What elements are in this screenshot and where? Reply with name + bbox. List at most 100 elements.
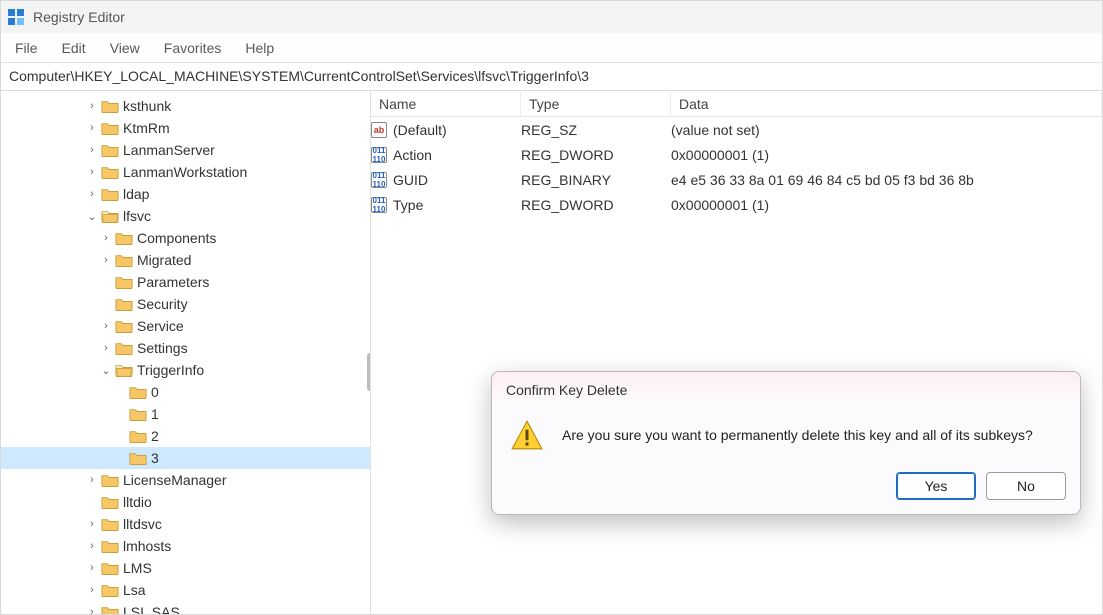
tree-item-trigger-1[interactable]: 1 bbox=[1, 403, 370, 425]
chevron-right-icon[interactable]: › bbox=[85, 606, 99, 614]
tree-item-label: lltdsvc bbox=[123, 516, 162, 532]
tree-item-ktmrm[interactable]: › KtmRm bbox=[1, 117, 370, 139]
value-row[interactable]: 011110GUID REG_BINARY e4 e5 36 33 8a 01 … bbox=[371, 167, 1102, 192]
tree-item-lms[interactable]: › LMS bbox=[1, 557, 370, 579]
dialog-message: Are you sure you want to permanently del… bbox=[562, 427, 1033, 443]
folder-icon bbox=[129, 429, 147, 443]
splitter-handle[interactable] bbox=[367, 353, 371, 391]
chevron-right-icon[interactable]: › bbox=[85, 474, 99, 486]
dialog-title: Confirm Key Delete bbox=[492, 372, 1080, 404]
tree-item-service[interactable]: › Service bbox=[1, 315, 370, 337]
confirm-delete-dialog: Confirm Key Delete Are you sure you want… bbox=[491, 371, 1081, 515]
tree-item-lltdsvc[interactable]: › lltdsvc bbox=[1, 513, 370, 535]
chevron-right-icon[interactable]: › bbox=[85, 122, 99, 134]
menu-help[interactable]: Help bbox=[235, 36, 284, 60]
menu-view[interactable]: View bbox=[100, 36, 150, 60]
tree-item-label: Settings bbox=[137, 340, 188, 356]
menu-favorites[interactable]: Favorites bbox=[154, 36, 232, 60]
chevron-right-icon[interactable]: › bbox=[99, 342, 113, 354]
chevron-right-icon[interactable]: › bbox=[85, 100, 99, 112]
folder-icon bbox=[101, 539, 119, 553]
folder-icon bbox=[101, 187, 119, 201]
tree-item-label: Migrated bbox=[137, 252, 191, 268]
value-data: e4 e5 36 33 8a 01 69 46 84 c5 bd 05 f3 b… bbox=[671, 172, 1102, 188]
app-title: Registry Editor bbox=[33, 9, 125, 25]
value-row[interactable]: 011110Action REG_DWORD 0x00000001 (1) bbox=[371, 142, 1102, 167]
tree-item-label: 3 bbox=[151, 450, 159, 466]
tree-item-ldap[interactable]: › ldap bbox=[1, 183, 370, 205]
app-window: Registry Editor File Edit View Favorites… bbox=[0, 0, 1103, 615]
tree-item-triggerinfo[interactable]: ⌄ TriggerInfo bbox=[1, 359, 370, 381]
tree-item-label: LMS bbox=[123, 560, 152, 576]
tree-item-lmhosts[interactable]: › lmhosts bbox=[1, 535, 370, 557]
string-value-icon: ab bbox=[371, 122, 387, 138]
address-bar bbox=[1, 63, 1102, 91]
tree-item-label: 2 bbox=[151, 428, 159, 444]
chevron-right-icon[interactable]: › bbox=[85, 144, 99, 156]
chevron-right-icon[interactable]: › bbox=[99, 232, 113, 244]
tree-item-lsa[interactable]: › Lsa bbox=[1, 579, 370, 601]
folder-icon bbox=[101, 165, 119, 179]
tree-item-components[interactable]: › Components bbox=[1, 227, 370, 249]
tree-item-lfsvc[interactable]: ⌄ lfsvc bbox=[1, 205, 370, 227]
column-name[interactable]: Name bbox=[371, 92, 521, 116]
value-type: REG_DWORD bbox=[521, 197, 671, 213]
no-button[interactable]: No bbox=[986, 472, 1066, 500]
value-row[interactable]: 011110Type REG_DWORD 0x00000001 (1) bbox=[371, 192, 1102, 217]
yes-button[interactable]: Yes bbox=[896, 472, 976, 500]
column-type[interactable]: Type bbox=[521, 92, 671, 116]
tree-item-label: LanmanServer bbox=[123, 142, 215, 158]
chevron-right-icon[interactable]: › bbox=[99, 254, 113, 266]
chevron-right-icon[interactable]: › bbox=[85, 562, 99, 574]
tree-item-licensemanager[interactable]: › LicenseManager bbox=[1, 469, 370, 491]
tree-item-security[interactable]: Security bbox=[1, 293, 370, 315]
menu-edit[interactable]: Edit bbox=[52, 36, 96, 60]
tree-item-lanmanserver[interactable]: › LanmanServer bbox=[1, 139, 370, 161]
tree-item-trigger-3[interactable]: 3 bbox=[1, 447, 370, 469]
menu-bar: File Edit View Favorites Help bbox=[1, 33, 1102, 63]
folder-icon bbox=[115, 341, 133, 355]
folder-icon bbox=[101, 473, 119, 487]
tree-item-trigger-0[interactable]: 0 bbox=[1, 381, 370, 403]
tree-item-lltdio[interactable]: lltdio bbox=[1, 491, 370, 513]
folder-icon bbox=[115, 275, 133, 289]
value-type: REG_BINARY bbox=[521, 172, 671, 188]
folder-icon bbox=[115, 297, 133, 311]
value-name: Type bbox=[393, 197, 423, 213]
value-row[interactable]: ab(Default) REG_SZ (value not set) bbox=[371, 117, 1102, 142]
value-name: (Default) bbox=[393, 122, 447, 138]
chevron-right-icon[interactable]: › bbox=[99, 320, 113, 332]
tree-item-lanmanworkstation[interactable]: › LanmanWorkstation bbox=[1, 161, 370, 183]
chevron-right-icon[interactable]: › bbox=[85, 518, 99, 530]
dialog-buttons: Yes No bbox=[492, 462, 1080, 514]
folder-icon bbox=[129, 407, 147, 421]
address-input[interactable] bbox=[7, 67, 1096, 85]
tree-item-trigger-2[interactable]: 2 bbox=[1, 425, 370, 447]
tree-item-lsi-sas[interactable]: › LSI_SAS bbox=[1, 601, 370, 614]
value-type: REG_SZ bbox=[521, 122, 671, 138]
folder-icon bbox=[129, 385, 147, 399]
value-rows: ab(Default) REG_SZ (value not set) 01111… bbox=[371, 117, 1102, 217]
tree-item-settings[interactable]: › Settings bbox=[1, 337, 370, 359]
column-data[interactable]: Data bbox=[671, 92, 1102, 116]
value-name: GUID bbox=[393, 172, 428, 188]
binary-value-icon: 011110 bbox=[371, 147, 387, 163]
chevron-down-icon[interactable]: ⌄ bbox=[85, 210, 99, 223]
chevron-right-icon[interactable]: › bbox=[85, 166, 99, 178]
chevron-right-icon[interactable]: › bbox=[85, 584, 99, 596]
chevron-down-icon[interactable]: ⌄ bbox=[99, 364, 113, 377]
tree-pane[interactable]: › ksthunk › KtmRm › LanmanServer › Lanm bbox=[1, 91, 371, 614]
tree-item-migrated[interactable]: › Migrated bbox=[1, 249, 370, 271]
tree-item-parameters[interactable]: Parameters bbox=[1, 271, 370, 293]
app-icon bbox=[7, 8, 25, 26]
tree-item-ksthunk[interactable]: › ksthunk bbox=[1, 95, 370, 117]
warning-icon bbox=[510, 418, 544, 452]
folder-icon bbox=[101, 517, 119, 531]
chevron-right-icon[interactable]: › bbox=[85, 188, 99, 200]
menu-file[interactable]: File bbox=[5, 36, 48, 60]
tree-item-label: LanmanWorkstation bbox=[123, 164, 247, 180]
folder-icon bbox=[129, 451, 147, 465]
value-type: REG_DWORD bbox=[521, 147, 671, 163]
chevron-right-icon[interactable]: › bbox=[85, 540, 99, 552]
tree-item-label: Parameters bbox=[137, 274, 209, 290]
